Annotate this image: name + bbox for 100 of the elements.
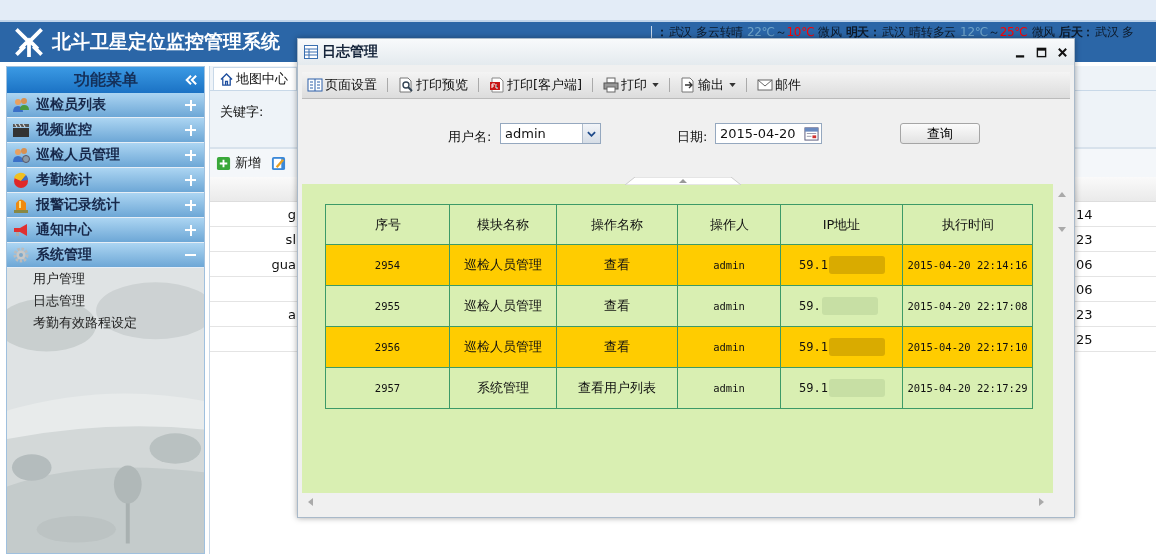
table-cell-text: 25 <box>1076 331 1094 347</box>
table-cell-text: sl <box>284 231 296 247</box>
table-cell-text: gua <box>270 256 296 272</box>
weather-condition: 多 <box>1122 23 1135 41</box>
username-dropdown[interactable]: admin <box>500 123 601 144</box>
column-header: 序号 <box>325 204 450 245</box>
mail-icon <box>757 77 774 93</box>
table-cell: 2015-04-20 22:17:10 <box>907 341 1028 353</box>
table-cell-text: 06 <box>1076 256 1094 272</box>
weather-day-label: 后天： <box>1058 23 1094 41</box>
menu-section[interactable]: 巡检员列表 <box>7 93 204 118</box>
date-field[interactable]: 2015-04-20 <box>715 123 822 144</box>
table-cell-text: 23 <box>1076 231 1094 247</box>
weather-city: 武汉 <box>668 23 693 41</box>
toolbar-button[interactable]: 页面设置 <box>307 76 377 94</box>
column-header: 模块名称 <box>449 204 557 245</box>
close-icon[interactable] <box>1057 46 1068 58</box>
table-cell: 59.1 <box>799 339 828 354</box>
redaction-blur <box>828 338 885 356</box>
table-cell: 巡检人员管理 <box>464 298 542 313</box>
weather-wind: 微风 <box>818 23 842 41</box>
weather-condition: 晴转多云 <box>909 23 957 41</box>
menu-section[interactable]: 考勤统计 <box>7 168 204 193</box>
megaphone-icon <box>12 222 30 238</box>
toolbar-button[interactable]: 输出 <box>680 76 737 94</box>
table-cell: 查看 <box>604 257 630 272</box>
toolbar-button[interactable]: 打印[客户端] <box>489 76 583 94</box>
home-icon <box>220 72 233 86</box>
table-icon <box>304 45 318 59</box>
printer-icon <box>603 77 620 93</box>
table-cell: 2956 <box>374 341 401 353</box>
table-cell: 2954 <box>374 259 401 271</box>
calendar-icon[interactable] <box>804 126 819 141</box>
weather-condition: 多云转晴 <box>696 23 743 41</box>
menu-section[interactable]: 系统管理 <box>7 243 204 268</box>
scroll-right-icon[interactable] <box>1039 497 1044 506</box>
weather-day-label: ： <box>656 23 668 41</box>
dialog-title: 日志管理 <box>322 43 378 61</box>
chevron-down-icon <box>587 130 596 137</box>
table-cell: 查看 <box>604 339 630 354</box>
maximize-icon[interactable] <box>1036 46 1047 58</box>
sidebar-title: 功能菜单 <box>73 69 138 91</box>
table-cell-text: 23 <box>1076 306 1094 322</box>
toolbar-button[interactable]: 邮件 <box>757 76 802 94</box>
column-header: 操作名称 <box>556 204 678 245</box>
weather-temperature: 22℃～10℃ <box>746 23 815 41</box>
collapse-icon[interactable] <box>184 74 198 86</box>
table-cell: 查看 <box>604 298 630 313</box>
collapse-handle[interactable] <box>625 177 741 185</box>
weather-city: 武汉 <box>881 23 906 41</box>
table-cell: 59.1 <box>799 257 828 272</box>
settings-icon <box>12 247 30 263</box>
people-gear-icon <box>12 147 30 163</box>
alarm-light-icon <box>12 197 30 213</box>
username-label: 用户名: <box>448 128 492 146</box>
scroll-down-icon[interactable] <box>1057 227 1066 232</box>
pie-chart-icon <box>12 172 30 188</box>
column-header: 操作人 <box>677 204 781 245</box>
toolbar-button[interactable]: 打印 <box>603 76 660 94</box>
table-cell-text: 14 <box>1076 206 1094 222</box>
menu-item[interactable]: 日志管理 <box>7 290 85 312</box>
scroll-up-icon[interactable] <box>1057 192 1066 197</box>
table-cell-text: g <box>286 206 296 222</box>
people-icon <box>12 97 30 113</box>
menu-section[interactable]: 视频监控 <box>7 118 204 143</box>
menu-section[interactable]: 报警记录统计 <box>7 193 204 218</box>
table-cell: 59.1 <box>799 380 828 395</box>
keyword-label: 关键字: <box>220 104 264 119</box>
table-cell: admin <box>713 341 745 353</box>
query-button[interactable]: 查询 <box>900 123 980 144</box>
redaction-blur <box>828 256 885 274</box>
table-cell: 查看用户列表 <box>578 380 656 395</box>
menu-item[interactable]: 用户管理 <box>7 268 85 290</box>
table-cell-text: a <box>287 306 296 322</box>
add-icon <box>216 155 231 171</box>
logo-icon <box>14 27 44 57</box>
clapper-icon <box>12 122 30 138</box>
add-button[interactable]: 新增 <box>216 154 261 172</box>
document-icon <box>489 77 505 93</box>
weather-day-label: 明天： <box>845 23 881 41</box>
table-cell: 2015-04-20 22:14:16 <box>907 259 1028 271</box>
table-cell-text: 06 <box>1076 281 1094 297</box>
edit-icon[interactable] <box>271 155 286 171</box>
print-preview-icon <box>398 77 414 93</box>
table-cell: admin <box>713 300 745 312</box>
column-header: IP地址 <box>780 204 903 245</box>
table-cell: 2015-04-20 22:17:29 <box>907 382 1028 394</box>
menu-section[interactable]: 巡检人员管理 <box>7 143 204 168</box>
table-cell: 2015-04-20 22:17:08 <box>907 300 1028 312</box>
menu-section[interactable]: 通知中心 <box>7 218 204 243</box>
weather-temperature: 12℃～25℃ <box>960 23 1028 41</box>
date-label: 日期: <box>677 128 708 146</box>
toolbar-button[interactable]: 打印预览 <box>398 76 468 94</box>
scroll-left-icon[interactable] <box>308 497 313 506</box>
export-icon <box>680 77 697 93</box>
menu-item[interactable]: 考勤有效路程设定 <box>7 312 137 334</box>
table-cell: 2957 <box>374 382 401 394</box>
table-cell: admin <box>713 259 745 271</box>
app-title: 北斗卫星定位监控管理系统 <box>52 29 280 54</box>
map-tab[interactable]: 地图中心 <box>213 67 297 90</box>
